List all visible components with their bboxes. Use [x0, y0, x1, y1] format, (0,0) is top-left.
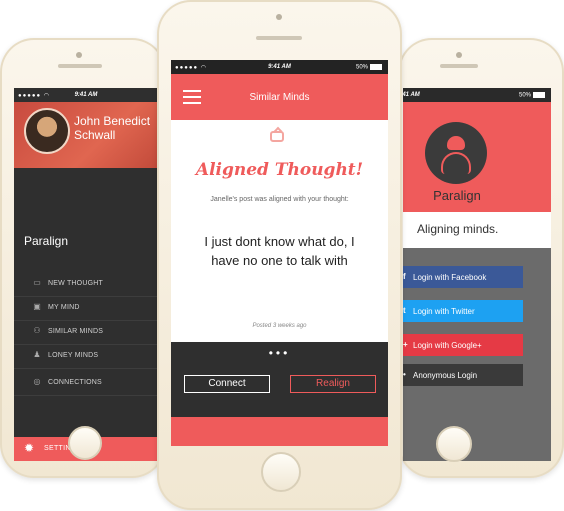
menu-item-label: NEW THOUGHT	[48, 280, 103, 287]
user-name: John Benedict Schwall	[74, 114, 151, 142]
menu-item-my-mind[interactable]: ▣ MY MIND	[14, 296, 158, 321]
twitter-icon: t	[403, 306, 406, 315]
status-bar: 9:41 AM 50%	[403, 88, 551, 102]
phone-center: ●●●●● ◠ 9:41 AM 50% Similar Minds Aligne…	[157, 0, 402, 510]
chat-bubble-icon: ▭	[33, 278, 41, 287]
gear-icon: ✹	[24, 441, 35, 455]
battery-indicator: 50%	[519, 92, 545, 99]
aligned-thought-card: Aligned Thought! Janelle's post was alig…	[171, 120, 388, 342]
speaker-grille	[440, 64, 478, 68]
login-google-label: Login with Google+	[413, 341, 482, 350]
front-camera	[76, 52, 82, 58]
menu-item-similar-minds[interactable]: ⚇ SIMILAR MINDS	[14, 320, 158, 345]
tagline: Aligning minds.	[417, 222, 499, 236]
facebook-icon: f	[403, 272, 406, 281]
home-button[interactable]	[436, 426, 472, 462]
google-plus-icon: +	[403, 340, 408, 349]
menu-screen: ●●●●● ◠ 9:41 AM John Benedict Schwall Pa…	[14, 88, 158, 461]
battery-icon	[533, 92, 545, 98]
status-bar: ●●●●● ◠ 9:41 AM 50%	[171, 60, 388, 74]
aligned-thought-screen: ●●●●● ◠ 9:41 AM 50% Similar Minds Aligne…	[171, 60, 388, 446]
menu-item-connections[interactable]: ◎ CONNECTIONS	[14, 371, 158, 396]
globe-icon: ◎	[33, 377, 41, 386]
headline: Aligned Thought!	[195, 160, 364, 180]
menu-item-label: SIMILAR MINDS	[48, 328, 104, 335]
battery-icon	[370, 64, 382, 70]
speaker-grille	[256, 36, 302, 40]
login-facebook-label: Login with Facebook	[413, 273, 487, 282]
subline: Janelle's post was aligned with your tho…	[210, 196, 349, 203]
share-icon	[270, 131, 284, 142]
menu-item-label: LONEY MINDS	[48, 352, 99, 359]
connect-button[interactable]: Connect	[184, 375, 270, 393]
posted-time: Posted 3 weeks ago	[252, 323, 307, 329]
speaker-grille	[58, 64, 102, 68]
menu-item-label: MY MIND	[48, 304, 80, 311]
menu-item-new-thought[interactable]: ▭ NEW THOUGHT	[14, 272, 158, 297]
realign-button[interactable]: Realign	[290, 375, 376, 393]
status-bar: ●●●●● ◠ 9:41 AM	[14, 88, 158, 102]
nav-bar: Similar Minds	[171, 74, 388, 120]
brand-name: Paralign	[433, 188, 481, 203]
tagline-band: Aligning minds.	[403, 212, 551, 248]
anonymous-login-label: Anonymous Login	[413, 371, 478, 380]
person-icon: ♟	[33, 350, 41, 359]
footer-bar	[171, 417, 388, 446]
app-name: Paralign	[24, 234, 69, 248]
front-camera	[276, 14, 282, 20]
login-google-button[interactable]: + Login with Google+	[403, 334, 523, 356]
battery-level: 50%	[518, 92, 531, 99]
phone-left: ●●●●● ◠ 9:41 AM John Benedict Schwall Pa…	[0, 38, 166, 478]
status-time: 9:41 AM	[74, 92, 98, 98]
battery-level: 50%	[355, 64, 368, 71]
people-icon: ⚇	[33, 326, 41, 335]
paralign-logo	[425, 122, 487, 184]
image-icon: ▣	[33, 302, 41, 311]
phone-right: 9:41 AM 50% Paralign Aligning minds. f L…	[398, 38, 564, 478]
login-twitter-button[interactable]: t Login with Twitter	[403, 300, 523, 322]
login-screen: 9:41 AM 50% Paralign Aligning minds. f L…	[403, 88, 551, 461]
menu-item-label: CONNECTIONS	[48, 379, 102, 386]
brand-header: Paralign	[403, 102, 551, 212]
brain-icon	[447, 136, 465, 150]
profile-header: John Benedict Schwall	[14, 102, 158, 168]
nav-title: Similar Minds	[249, 92, 310, 103]
page-indicator[interactable]: •••	[171, 346, 388, 360]
login-twitter-label: Login with Twitter	[413, 307, 475, 316]
thought-quote: I just dont know what do, I have no one …	[204, 234, 355, 268]
home-button[interactable]	[68, 426, 102, 460]
anonymous-login-button[interactable]: • Anonymous Login	[403, 364, 523, 386]
home-button[interactable]	[261, 452, 301, 492]
avatar[interactable]	[24, 108, 70, 154]
menu-item-loney-minds[interactable]: ♟ LONEY MINDS	[14, 344, 158, 369]
anonymous-icon: •	[403, 370, 406, 379]
front-camera	[456, 52, 462, 58]
battery-indicator: 50%	[356, 64, 382, 71]
head-outline-icon	[441, 152, 471, 174]
login-facebook-button[interactable]: f Login with Facebook	[403, 266, 523, 288]
